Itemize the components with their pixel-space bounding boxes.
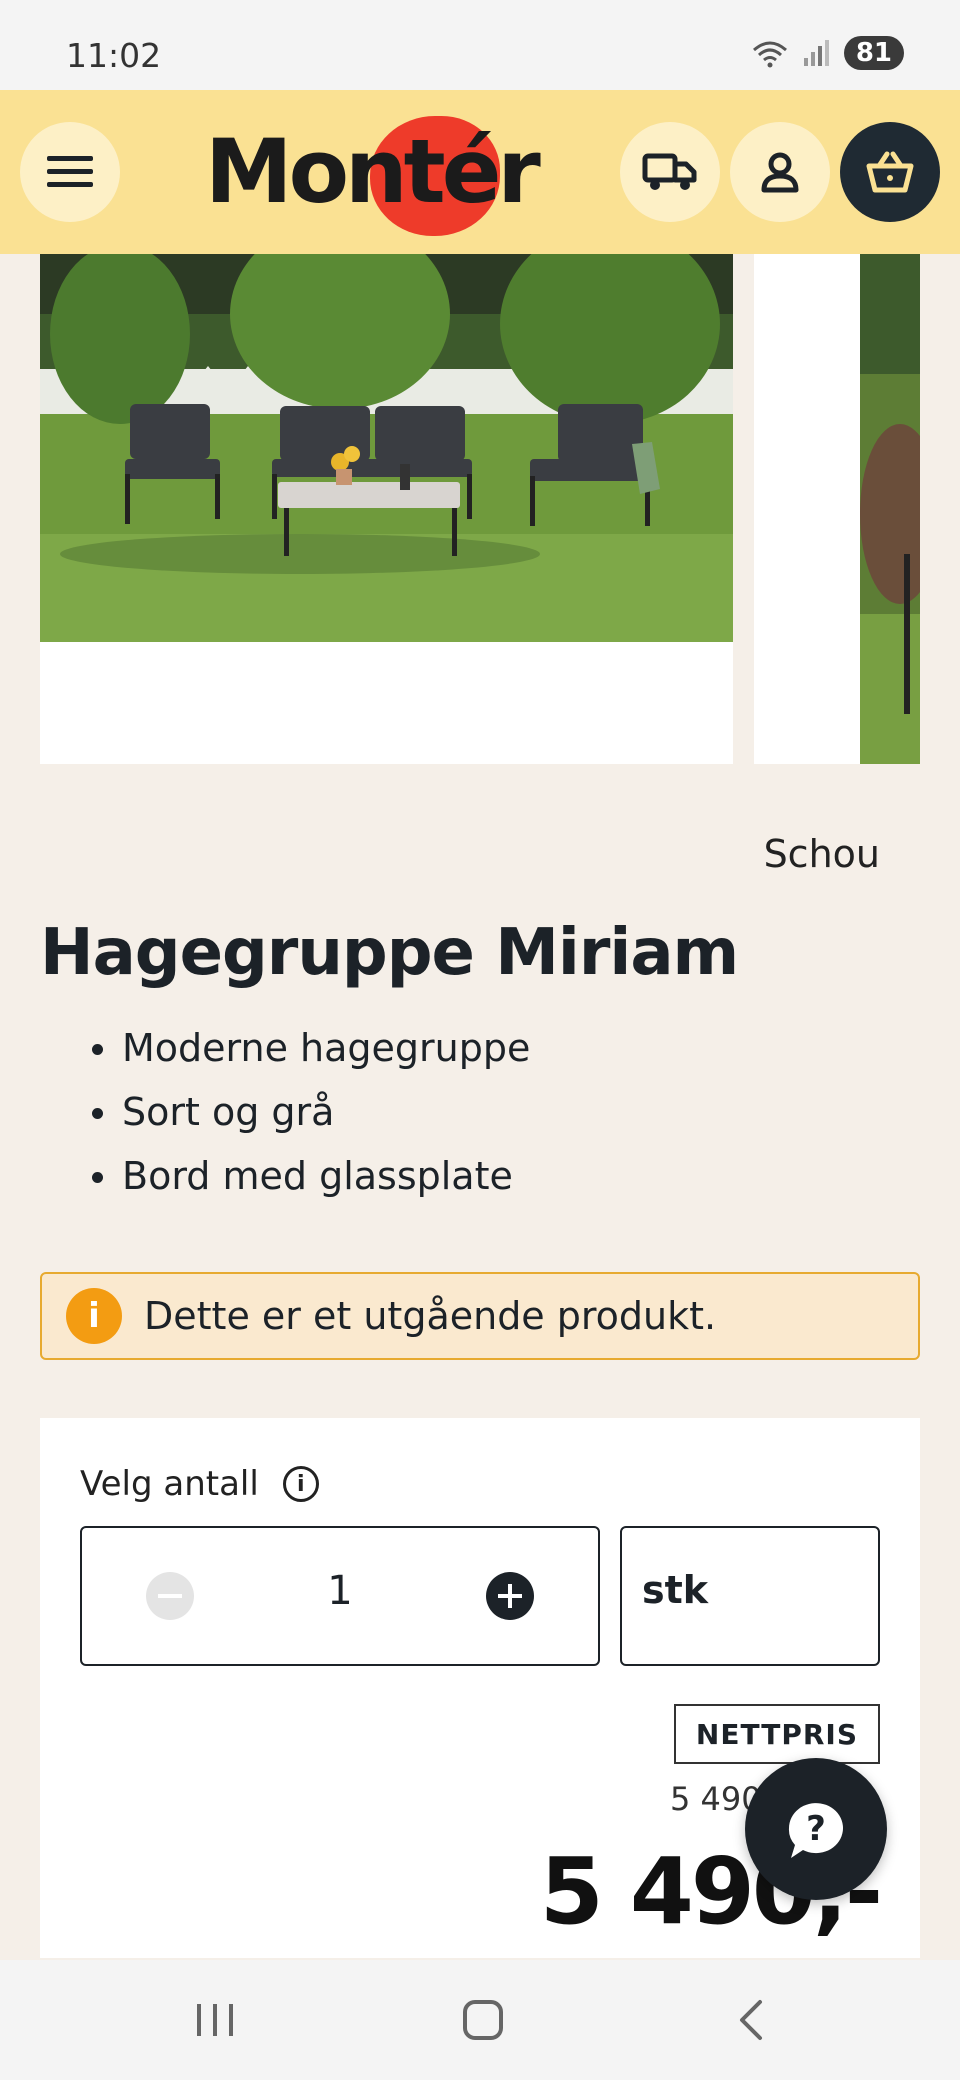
product-features: Moderne hagegruppe Sort og grå Bord med … (92, 1020, 530, 1212)
help-chat-button[interactable]: ? (745, 1758, 887, 1900)
user-icon (761, 152, 799, 193)
quantity-stepper: 1 (80, 1526, 600, 1666)
price-type-badge: NETTPRIS (673, 1704, 880, 1764)
home-button[interactable] (443, 1990, 523, 2050)
product-image-slide[interactable] (40, 254, 733, 764)
system-nav-bar (0, 1960, 960, 2080)
recent-apps-icon (197, 2004, 233, 2036)
signal-icon (803, 40, 829, 66)
site-header: Montér (0, 90, 960, 254)
discontinued-notice: i Dette er et utgående produkt. (40, 1272, 920, 1360)
notice-text: Dette er et utgående produkt. (144, 1294, 717, 1338)
site-logo[interactable]: Montér (205, 110, 541, 236)
product-image-slide-next[interactable] (754, 254, 860, 764)
product-image-carousel[interactable] (0, 254, 960, 764)
account-button[interactable] (730, 122, 830, 222)
svg-text:?: ? (806, 1809, 826, 1849)
battery-indicator: 81 (843, 36, 904, 70)
home-icon (463, 2000, 503, 2040)
logo-text: Montér (205, 120, 541, 223)
feature-item: Bord med glassplate (92, 1148, 530, 1212)
quantity-label-row: Velg antall i (80, 1464, 319, 1504)
status-time: 11:02 (66, 36, 162, 75)
cart-icon (866, 151, 914, 193)
product-image-slide-peek[interactable] (860, 254, 920, 764)
delivery-button[interactable] (620, 122, 720, 222)
menu-button[interactable] (20, 122, 120, 222)
chat-help-icon: ? (788, 1803, 843, 1858)
status-bar: 11:02 81 (0, 0, 960, 90)
increase-quantity-button[interactable] (486, 1572, 534, 1620)
product-photo (40, 254, 733, 642)
recent-apps-button[interactable] (175, 1990, 255, 2050)
back-icon (740, 2000, 762, 2040)
product-title: Hagegruppe Miriam (40, 916, 739, 990)
status-icons: 81 (750, 36, 904, 70)
unit-select[interactable]: stk (620, 1526, 880, 1666)
quantity-label: Velg antall (80, 1464, 259, 1504)
feature-item: Moderne hagegruppe (92, 1020, 530, 1084)
cart-button[interactable] (840, 122, 940, 222)
quantity-info-icon[interactable]: i (282, 1466, 319, 1502)
wifi-icon (752, 41, 787, 68)
back-button[interactable] (712, 1990, 792, 2050)
truck-icon (642, 153, 697, 190)
feature-item: Sort og grå (92, 1084, 530, 1148)
menu-icon (47, 156, 93, 187)
info-icon: i (66, 1288, 122, 1344)
product-brand[interactable]: Schou (764, 832, 880, 876)
